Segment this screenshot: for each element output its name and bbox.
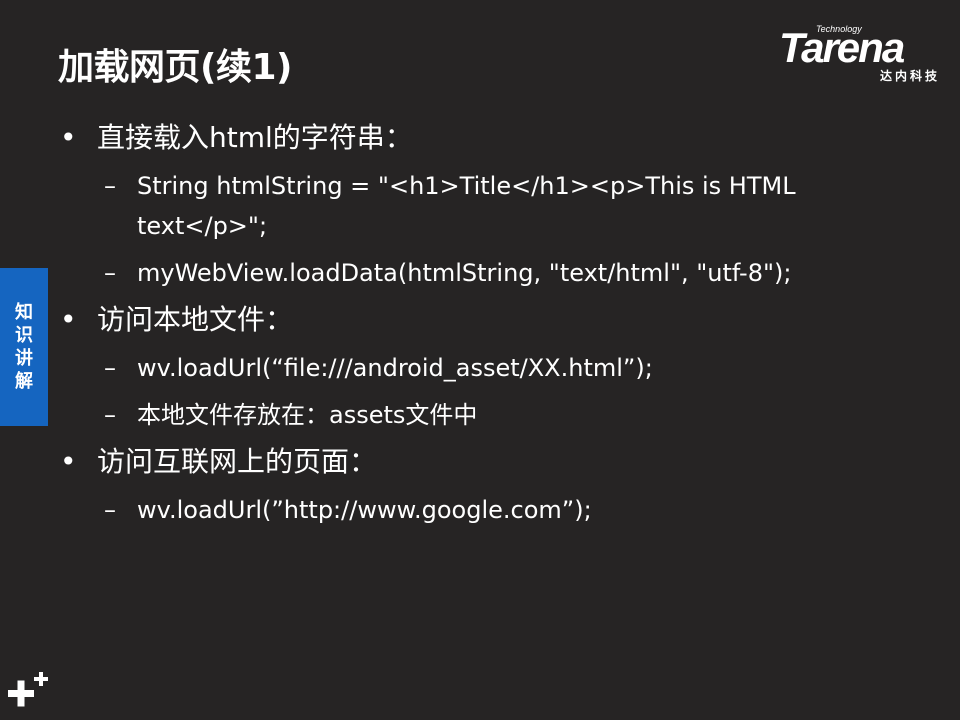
logo-brand-text: Tarena bbox=[779, 24, 905, 71]
dash-icon: – bbox=[104, 496, 116, 524]
plus-icon bbox=[8, 672, 48, 707]
sub-item-text: wv.loadUrl(”http://www.google.com”); bbox=[137, 496, 592, 524]
dash-icon: – bbox=[104, 259, 116, 287]
bullet-dot-icon: • bbox=[60, 121, 77, 154]
sub-item: – myWebView.loadData(htmlString, "text/h… bbox=[60, 253, 920, 293]
sub-item-text: 本地文件存放在：assets文件中 bbox=[137, 401, 478, 429]
sub-item: – wv.loadUrl(“file:///android_asset/XX.h… bbox=[60, 348, 920, 388]
sub-item-text: wv.loadUrl(“file:///android_asset/XX.htm… bbox=[137, 354, 653, 382]
sub-item: – String htmlString = "<h1>Title</h1><p>… bbox=[60, 166, 920, 246]
bullet-text: 访问互联网上的页面： bbox=[97, 445, 378, 478]
bullet-item: • 直接载入html的字符串： bbox=[60, 118, 920, 158]
bullet-item: • 访问互联网上的页面： bbox=[60, 442, 920, 482]
side-tab-label: 知识讲解 bbox=[15, 302, 33, 392]
tarena-logo: Technology Tarena 达内科技 bbox=[779, 24, 944, 84]
logo-subtitle-text: 达内科技 bbox=[879, 69, 940, 83]
dash-icon: – bbox=[104, 354, 116, 382]
dash-icon: – bbox=[104, 401, 116, 429]
bullet-dot-icon: • bbox=[60, 303, 77, 336]
bullet-dot-icon: • bbox=[60, 445, 77, 478]
bullet-text: 直接载入html的字符串： bbox=[97, 121, 413, 154]
bullet-item: • 访问本地文件： bbox=[60, 300, 920, 340]
bullet-text: 访问本地文件： bbox=[97, 303, 294, 336]
sub-item: – wv.loadUrl(”http://www.google.com”); bbox=[60, 490, 920, 530]
slide-title: 加载网页(续1) bbox=[58, 47, 292, 88]
sub-item-text: String htmlString = "<h1>Title</h1><p>Th… bbox=[137, 172, 796, 240]
sub-item: – 本地文件存放在：assets文件中 bbox=[60, 395, 920, 435]
dash-icon: – bbox=[104, 172, 116, 200]
slide-content: • 直接载入html的字符串： – String htmlString = "<… bbox=[60, 118, 920, 537]
slide: 加载网页(续1) Technology Tarena 达内科技 知识讲解 • 直… bbox=[0, 0, 960, 720]
sub-item-text: myWebView.loadData(htmlString, "text/htm… bbox=[137, 259, 792, 287]
side-tab: 知识讲解 bbox=[0, 268, 48, 426]
